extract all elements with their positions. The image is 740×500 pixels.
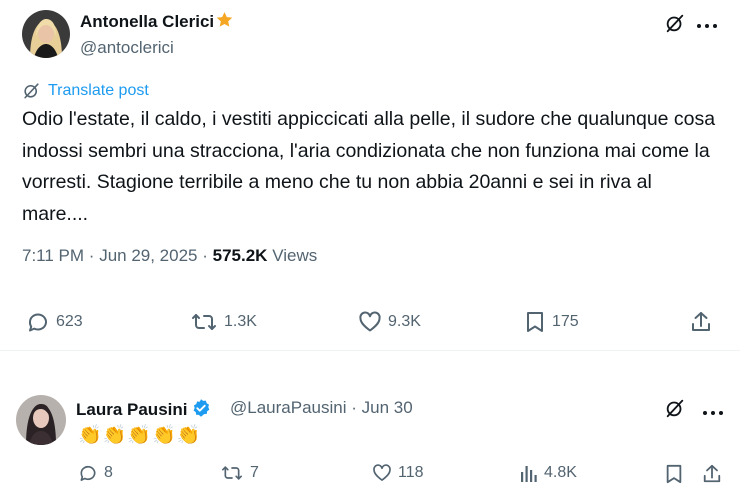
meta-separator: · xyxy=(202,246,213,265)
star-icon xyxy=(216,12,233,27)
verified-badge-icon xyxy=(194,399,210,417)
repost-count: 1.3K xyxy=(224,313,257,330)
more-icon[interactable] xyxy=(702,404,724,422)
clapping-hands-emoji: 👏 xyxy=(127,425,152,446)
reply-count: 8 xyxy=(104,464,113,481)
share-icon xyxy=(692,312,710,331)
reply-count: 623 xyxy=(56,313,83,330)
translate-post-link[interactable]: Translate post xyxy=(22,81,149,100)
post-text: Odio l'estate, il caldo, i vestiti appic… xyxy=(22,108,716,225)
repost-button[interactable]: 7 xyxy=(220,463,259,483)
views-button[interactable]: 4.8K xyxy=(520,463,577,483)
avatar[interactable] xyxy=(16,395,66,445)
reply-icon xyxy=(80,465,96,481)
post-time[interactable]: 7:11 PM xyxy=(22,246,84,265)
share-button[interactable] xyxy=(690,310,712,334)
views-icon xyxy=(521,466,537,482)
clapping-hands-emoji: 👏 xyxy=(78,425,102,446)
bookmark-button[interactable]: 175 xyxy=(524,310,579,334)
author-name[interactable]: Laura Pausini xyxy=(76,398,211,420)
like-count: 9.3K xyxy=(388,313,421,330)
reply-icon xyxy=(28,313,47,332)
like-count: 118 xyxy=(398,464,424,481)
author-handle[interactable]: @LauraPausini xyxy=(230,398,347,417)
grok-icon[interactable] xyxy=(664,397,686,424)
author-handle[interactable]: @antoclerici xyxy=(80,38,174,58)
repost-count: 7 xyxy=(250,464,259,481)
clapping-hands-emoji: 👏 xyxy=(152,425,176,446)
views-count: 575.2K xyxy=(212,246,268,265)
bookmark-button[interactable] xyxy=(664,463,684,485)
like-button[interactable]: 9.3K xyxy=(358,310,421,334)
grok-icon[interactable] xyxy=(664,12,686,39)
share-button[interactable] xyxy=(702,463,722,485)
post-date[interactable]: Jun 30 xyxy=(362,398,413,417)
bookmark-count: 175 xyxy=(552,313,579,330)
like-icon xyxy=(373,464,391,481)
reply-button[interactable]: 623 xyxy=(26,310,83,334)
translate-icon xyxy=(24,83,39,99)
repost-icon xyxy=(192,314,216,330)
bookmark-icon xyxy=(527,312,543,332)
repost-icon xyxy=(222,466,243,480)
author-handle-and-date: @LauraPausini · Jun 30 xyxy=(230,398,413,418)
meta-separator: · xyxy=(88,246,100,265)
reply-post: Laura Pausini @LauraPausini · Jun 30 👏 👏… xyxy=(0,350,740,500)
main-post: Antonella Clerici @antoclerici Translate… xyxy=(0,0,740,350)
share-icon xyxy=(703,464,721,483)
reply-button[interactable]: 8 xyxy=(78,463,113,483)
author-name[interactable]: Antonella Clerici xyxy=(80,11,234,32)
like-button[interactable]: 118 xyxy=(372,463,424,483)
views-count: 4.8K xyxy=(544,464,577,481)
meta-separator: · xyxy=(351,398,362,417)
more-icon[interactable] xyxy=(696,17,718,35)
clapping-hands-emoji: 👏 xyxy=(102,425,127,446)
views-label: Views xyxy=(272,246,318,265)
post-text: 👏 👏 👏 👏 👏 xyxy=(78,425,200,447)
repost-button[interactable]: 1.3K xyxy=(190,310,257,334)
translate-label: Translate post xyxy=(48,81,149,99)
bookmark-icon xyxy=(666,464,682,484)
clapping-hands-emoji: 👏 xyxy=(176,425,201,446)
like-icon xyxy=(359,311,381,332)
avatar[interactable] xyxy=(22,10,70,58)
post-date[interactable]: Jun 29, 2025 xyxy=(99,246,197,265)
post-meta: 7:11 PM · Jun 29, 2025 · 575.2K Views xyxy=(22,246,317,266)
